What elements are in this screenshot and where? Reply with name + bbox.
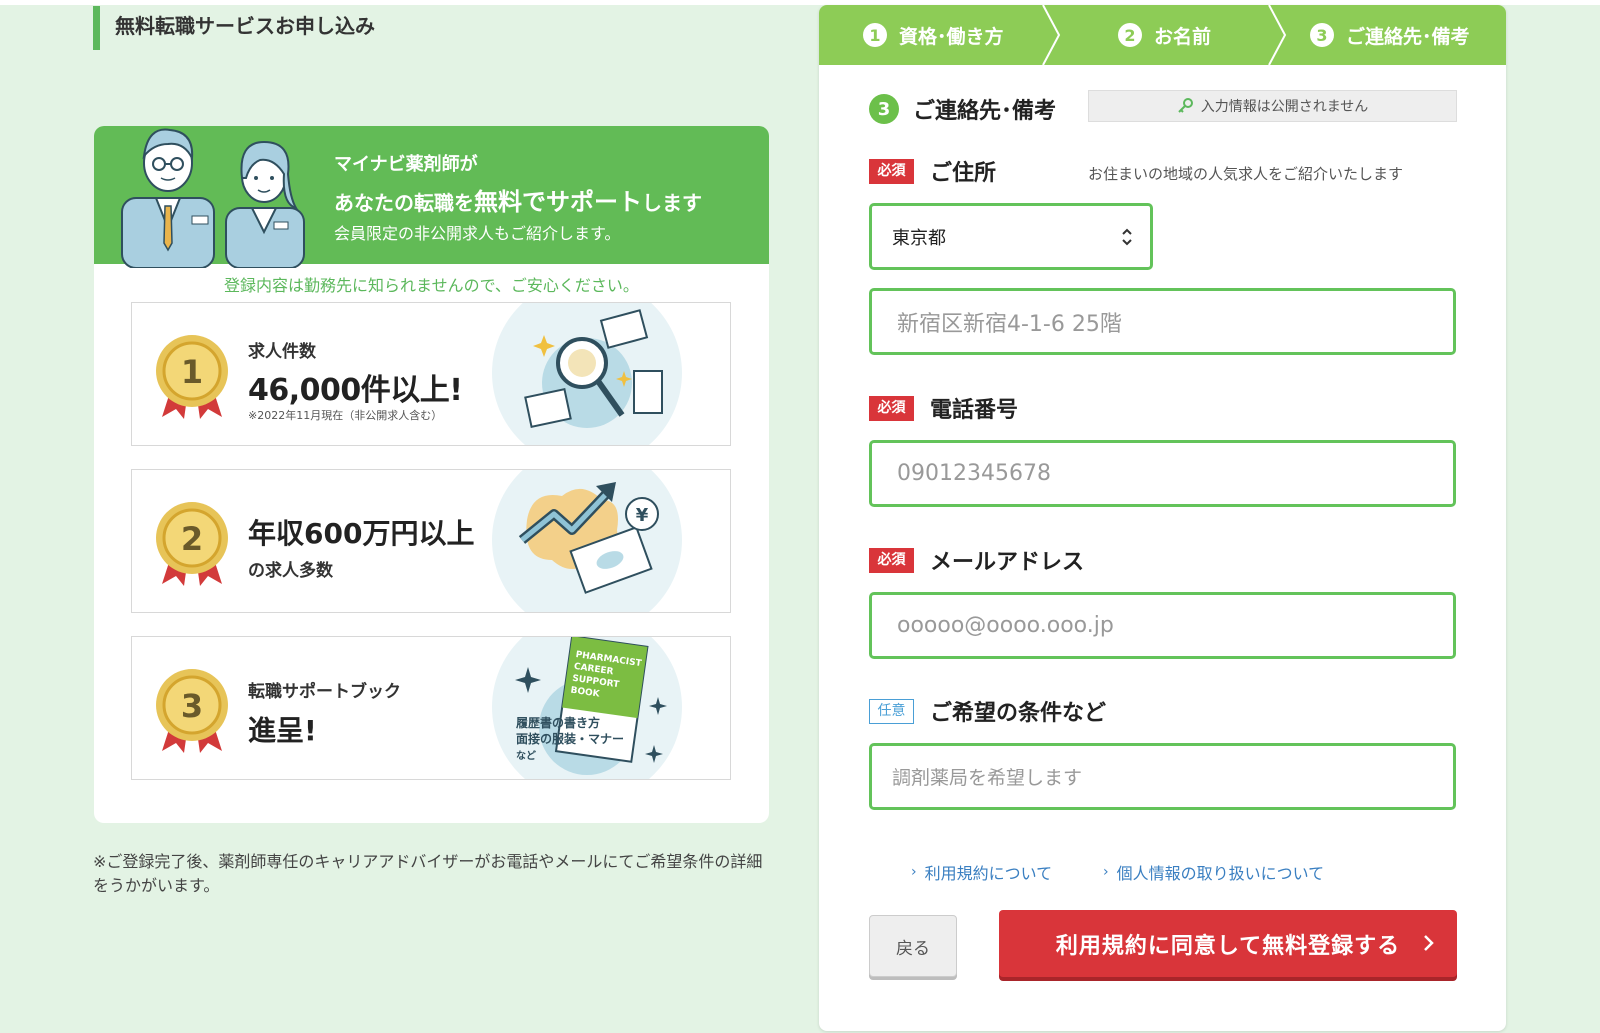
banner-line-2-emphasis: 無料でサポート — [474, 188, 642, 216]
feature-1-label: 求人件数 — [248, 342, 316, 362]
medal-1-number: 1 — [181, 353, 203, 391]
feature-2-value: 年収600万円以上 — [248, 517, 475, 550]
registration-footnote: ※ご登録完了後、薬剤師専任のキャリアアドバイザーがお電話やメールにてご希望条件の… — [93, 852, 763, 895]
page-title: 無料転職サービスお申し込み — [93, 6, 375, 50]
job-search-illustration-icon — [492, 303, 682, 445]
email-label: 必須 メールアドレス — [869, 544, 1084, 576]
pharmacists-illustration-icon — [121, 128, 305, 268]
email-label-text: メールアドレス — [930, 550, 1085, 575]
step-3-label: ご連絡先･備考 — [1346, 25, 1470, 48]
wishes-label-text: ご希望の条件など — [930, 701, 1107, 726]
banner-line-2-post: します — [642, 191, 702, 215]
prefecture-select[interactable]: 東京都 — [869, 203, 1153, 270]
phone-label: 必須 電話番号 — [869, 392, 1018, 424]
step-2-label: お名前 — [1154, 25, 1212, 48]
banner-line-1: マイナビ薬剤師が — [334, 154, 478, 175]
feature-card-3: 3 転職サポートブック 進呈! PHARMACIST CAREER SUPPOR… — [131, 636, 731, 780]
privacy-text: 入力情報は公開されません — [1200, 99, 1369, 115]
step-1-number: 1 — [863, 23, 887, 47]
section-title: ご連絡先･備考 — [913, 99, 1057, 124]
medal-1-icon: 1 — [156, 335, 228, 419]
wishes-input[interactable]: 調剤薬局を希望します — [869, 743, 1456, 810]
promo-card: マイナビ薬剤師が あなたの転職を無料でサポートします 会員限定の非公開求人もご紹… — [94, 126, 769, 823]
book-line-1: 履歴書の書き方 — [515, 715, 600, 730]
feature-card-2: 2 年収600万円以上 の求人多数 ¥ — [131, 469, 731, 613]
step-2: 2 お名前 — [1118, 5, 1211, 65]
svg-text:¥: ¥ — [636, 505, 649, 526]
section-heading: 3 ご連絡先･備考 — [869, 93, 1056, 125]
address-label: 必須 ご住所 — [869, 155, 996, 187]
step-chevron-icon — [1042, 5, 1061, 65]
medal-2-number: 2 — [181, 520, 203, 558]
optional-badge: 任意 — [869, 698, 914, 724]
step-1: 1 資格･働き方 — [863, 5, 1004, 65]
privacy-policy-link[interactable]: › 個人情報の取り扱いについて — [1103, 860, 1324, 884]
privacy-link-text: 個人情報の取り扱いについて — [1116, 864, 1325, 883]
step-3: 3 ご連絡先･備考 — [1310, 5, 1470, 65]
medal-3-icon: 3 — [156, 669, 228, 753]
phone-label-text: 電話番号 — [930, 398, 1019, 423]
select-arrows-icon — [1122, 228, 1132, 246]
feature-1-note: ※2022年11月現在（非公開求人含む） — [248, 409, 443, 422]
banner-line-2: あなたの転職を無料でサポートします — [334, 182, 702, 217]
promo-banner: マイナビ薬剤師が あなたの転職を無料でサポートします 会員限定の非公開求人もご紹… — [94, 126, 769, 268]
step-3-number: 3 — [1310, 23, 1334, 47]
feature-card-1: 1 求人件数 46,000件以上! ※2022年11月現在（非公開求人含む） — [131, 302, 731, 446]
terms-link[interactable]: › 利用規約について — [911, 860, 1052, 884]
feature-1-value: 46,000件以上! — [248, 373, 463, 408]
book-line-2: 面接の服装・マナー — [516, 731, 624, 746]
required-badge: 必須 — [869, 158, 914, 184]
terms-link-text: 利用規約について — [924, 864, 1053, 883]
medal-2-icon: 2 — [156, 502, 228, 586]
required-badge: 必須 — [869, 547, 914, 573]
feature-3-value: 進呈! — [248, 714, 317, 747]
address-label-text: ご住所 — [930, 161, 997, 186]
prefecture-value: 東京都 — [892, 227, 946, 249]
banner-line-2-pre: あなたの転職を — [334, 191, 474, 215]
address-hint: お住まいの地域の人気求人をご紹介いたします — [1088, 165, 1404, 183]
registration-form: 1 資格･働き方 2 お名前 3 ご連絡先･備考 3 ご連絡先･備考 入力情報は… — [819, 5, 1506, 1031]
privacy-notice: 入力情報は公開されません — [1088, 90, 1457, 122]
medal-3-number: 3 — [181, 687, 203, 725]
feature-3-label: 転職サポートブック — [248, 682, 401, 702]
support-book-illustration-icon: PHARMACIST CAREER SUPPORT BOOK 履歴書の書き方 面… — [492, 637, 682, 779]
chevron-right-icon — [1424, 935, 1434, 951]
step-2-number: 2 — [1118, 23, 1142, 47]
phone-input[interactable]: 09012345678 — [869, 440, 1456, 507]
key-icon — [1177, 98, 1193, 113]
chevron-right-icon: › — [911, 864, 917, 880]
step-chevron-icon — [1268, 5, 1287, 65]
banner-line-3: 会員限定の非公開求人もご紹介します。 — [334, 224, 621, 243]
step-indicator: 1 資格･働き方 2 お名前 3 ご連絡先･備考 — [819, 5, 1506, 65]
required-badge: 必須 — [869, 395, 914, 421]
step-1-label: 資格･働き方 — [899, 25, 1004, 48]
salary-growth-illustration-icon: ¥ — [492, 470, 682, 612]
email-input[interactable]: ooooo@oooo.ooo.jp — [869, 592, 1456, 659]
feature-2-note: の求人多数 — [248, 561, 333, 581]
promo-reassurance-note: 登録内容は勤務先に知られませんので、ご安心ください。 — [224, 276, 639, 295]
section-number: 3 — [869, 94, 899, 124]
submit-button-label: 利用規約に同意して無料登録する — [1055, 933, 1401, 959]
address-input[interactable]: 新宿区新宿4-1-6 25階 — [869, 288, 1456, 355]
chevron-right-icon: › — [1103, 864, 1109, 880]
wishes-label: 任意 ご希望の条件など — [869, 695, 1106, 727]
back-button[interactable]: 戻る — [869, 915, 957, 977]
book-line-3: など — [516, 749, 536, 762]
submit-button[interactable]: 利用規約に同意して無料登録する — [999, 910, 1457, 977]
